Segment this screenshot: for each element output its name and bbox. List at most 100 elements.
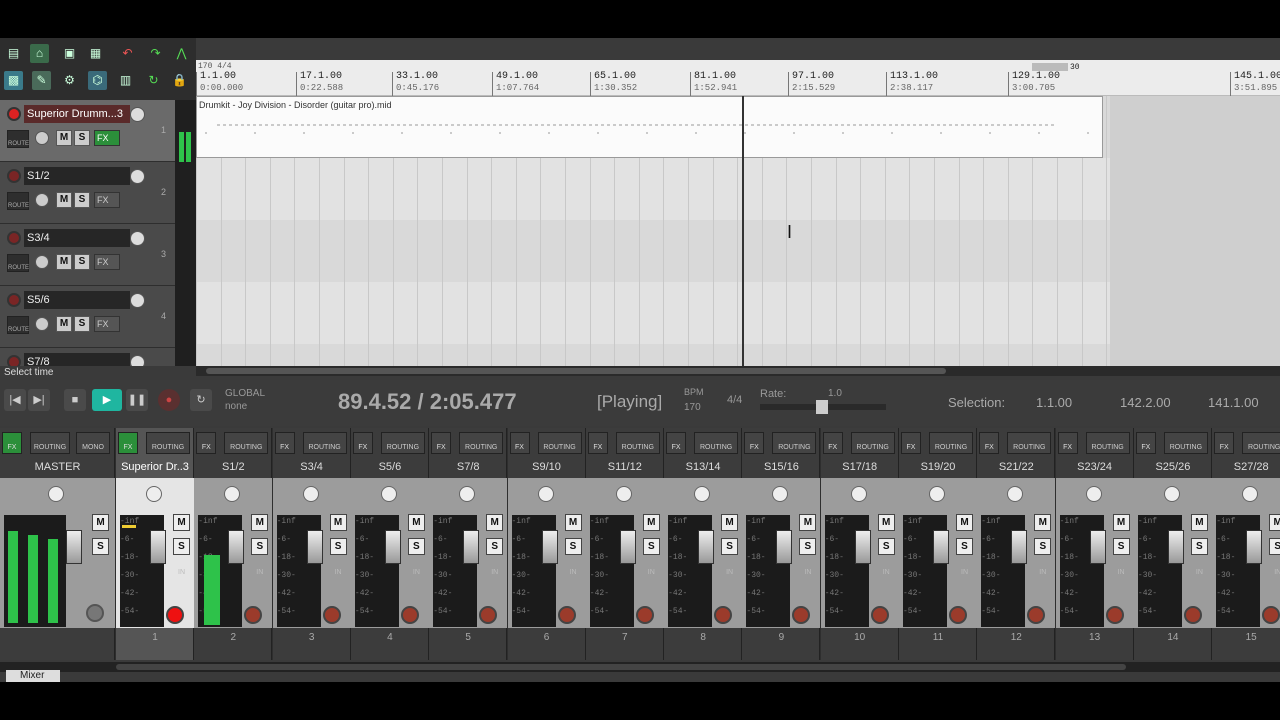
strip-routing-button[interactable]: ROUTING: [146, 432, 190, 454]
strip-pan-knob[interactable]: [302, 486, 319, 502]
strip-fx-button[interactable]: FX: [274, 432, 295, 454]
track-header[interactable]: S1/2 ROUTE M S FX 2: [0, 162, 175, 224]
pause-button[interactable]: ❚❚: [126, 389, 148, 411]
automation-mode-select[interactable]: none: [225, 401, 247, 412]
strip-solo-button[interactable]: S: [1190, 538, 1208, 555]
solo-button[interactable]: S: [74, 130, 90, 146]
strip-fx-button[interactable]: FX: [509, 432, 530, 454]
ripple-edit-icon[interactable]: ⚙: [60, 71, 79, 90]
fx-button[interactable]: FX: [94, 130, 120, 146]
strip-fx-button[interactable]: FX: [666, 432, 687, 454]
go-to-start-icon[interactable]: |◀: [4, 389, 26, 411]
strip-mute-button[interactable]: M: [173, 514, 190, 531]
strip-record-arm-button[interactable]: [322, 606, 341, 624]
strip-routing-button[interactable]: ROUTING: [1242, 432, 1280, 454]
strip-volume-fader[interactable]: [776, 530, 793, 564]
strip-record-arm-button[interactable]: [1027, 606, 1046, 624]
track-name[interactable]: S3/4: [24, 229, 130, 247]
strip-fx-button[interactable]: FX: [118, 432, 138, 454]
strip-routing-button[interactable]: ROUTING: [1163, 432, 1208, 454]
track-header[interactable]: S5/6 ROUTE M S FX 4: [0, 286, 175, 348]
strip-record-arm-button[interactable]: [166, 606, 184, 624]
strip-record-arm-button[interactable]: [244, 606, 263, 624]
master-routing-button[interactable]: ROUTING: [30, 432, 70, 454]
strip-fx-button[interactable]: FX: [352, 432, 373, 454]
track-header[interactable]: Superior Drumm...3 ROUTE M S FX 1: [0, 100, 175, 162]
fx-button[interactable]: FX: [94, 316, 120, 332]
strip-solo-button[interactable]: S: [486, 538, 504, 555]
strip-record-arm-button[interactable]: [1105, 606, 1124, 624]
arrange-view[interactable]: Drumkit - Joy Division - Disorder (guita…: [196, 96, 1280, 366]
track-volume-knob[interactable]: [130, 231, 145, 246]
strip-routing-button[interactable]: ROUTING: [694, 432, 739, 454]
track-header[interactable]: S3/4 ROUTE M S FX 3: [0, 224, 175, 286]
strip-pan-knob[interactable]: [850, 486, 867, 502]
track-pan-knob[interactable]: [35, 131, 49, 145]
time-display[interactable]: 89.4.52 / 2:05.477: [338, 389, 517, 415]
mixer-horizontal-scrollbar[interactable]: [0, 662, 1280, 672]
strip-fx-button[interactable]: FX: [822, 432, 843, 454]
strip-solo-button[interactable]: S: [564, 538, 582, 555]
strip-pan-knob[interactable]: [615, 486, 632, 502]
strip-volume-fader[interactable]: [463, 530, 480, 564]
strip-solo-button[interactable]: S: [1269, 538, 1280, 555]
fx-button[interactable]: FX: [94, 192, 120, 208]
strip-volume-fader[interactable]: [306, 530, 323, 564]
auto-crossfade-icon[interactable]: ↻: [144, 71, 163, 90]
master-mute-button[interactable]: M: [92, 514, 109, 531]
redo-icon[interactable]: ↷: [146, 44, 165, 63]
track-pan-knob[interactable]: [35, 193, 49, 207]
strip-record-arm-button[interactable]: [1262, 606, 1280, 624]
record-arm-button[interactable]: [7, 293, 21, 307]
track-name[interactable]: S7/8: [24, 353, 130, 366]
route-button[interactable]: ROUTE: [7, 254, 29, 272]
solo-button[interactable]: S: [74, 192, 90, 208]
strip-routing-button[interactable]: ROUTING: [772, 432, 817, 454]
selection-length[interactable]: 141.1.00: [1208, 395, 1259, 410]
mute-button[interactable]: M: [56, 254, 72, 270]
strip-pan-knob[interactable]: [772, 486, 789, 502]
fx-button[interactable]: FX: [94, 254, 120, 270]
track-header[interactable]: S7/8ROUTEMSFX: [0, 348, 175, 366]
track-volume-knob[interactable]: [130, 107, 145, 122]
strip-routing-button[interactable]: ROUTING: [302, 432, 347, 454]
strip-record-arm-button[interactable]: [949, 606, 967, 624]
repeat-toggle-icon[interactable]: ↻: [190, 389, 212, 411]
undo-icon[interactable]: ↶: [118, 44, 137, 63]
strip-solo-button[interactable]: S: [173, 538, 190, 555]
master-fx-button[interactable]: FX: [2, 432, 22, 454]
snap-toggle-icon[interactable]: ✎: [32, 71, 51, 90]
strip-routing-button[interactable]: ROUTING: [615, 432, 660, 454]
strip-mute-button[interactable]: M: [1034, 514, 1052, 531]
selection-end[interactable]: 142.2.00: [1120, 395, 1171, 410]
strip-solo-button[interactable]: S: [1034, 538, 1052, 555]
bpm-value[interactable]: 170: [684, 402, 701, 413]
grouping-icon[interactable]: ▥: [116, 71, 135, 90]
strip-pan-knob[interactable]: [929, 486, 945, 502]
strip-solo-button[interactable]: S: [642, 538, 660, 555]
track-volume-knob[interactable]: [130, 293, 145, 308]
region-marker[interactable]: [1032, 63, 1068, 71]
strip-pan-knob[interactable]: [694, 486, 711, 502]
strip-volume-fader[interactable]: [541, 530, 558, 564]
strip-mute-button[interactable]: M: [564, 514, 582, 531]
envelope-link-icon[interactable]: ⌬: [88, 71, 107, 90]
mute-button[interactable]: M: [56, 130, 72, 146]
strip-mute-button[interactable]: M: [877, 514, 895, 531]
strip-volume-fader[interactable]: [150, 530, 166, 564]
strip-record-arm-button[interactable]: [557, 606, 576, 624]
strip-record-arm-button[interactable]: [635, 606, 654, 624]
midi-media-item[interactable]: Drumkit - Joy Division - Disorder (guita…: [196, 96, 1103, 158]
strip-pan-knob[interactable]: [1007, 486, 1024, 502]
strip-volume-fader[interactable]: [698, 530, 715, 564]
strip-fx-button[interactable]: FX: [1135, 432, 1156, 454]
strip-fx-button[interactable]: FX: [1214, 432, 1235, 454]
strip-pan-knob[interactable]: [1163, 486, 1180, 502]
time-signature[interactable]: 4/4: [727, 394, 742, 406]
strip-record-arm-button[interactable]: [479, 606, 498, 624]
strip-mute-button[interactable]: M: [1269, 514, 1280, 531]
strip-mute-button[interactable]: M: [642, 514, 660, 531]
strip-pan-knob[interactable]: [380, 486, 397, 502]
strip-routing-button[interactable]: ROUTING: [850, 432, 895, 454]
play-button[interactable]: ▶: [92, 389, 122, 411]
